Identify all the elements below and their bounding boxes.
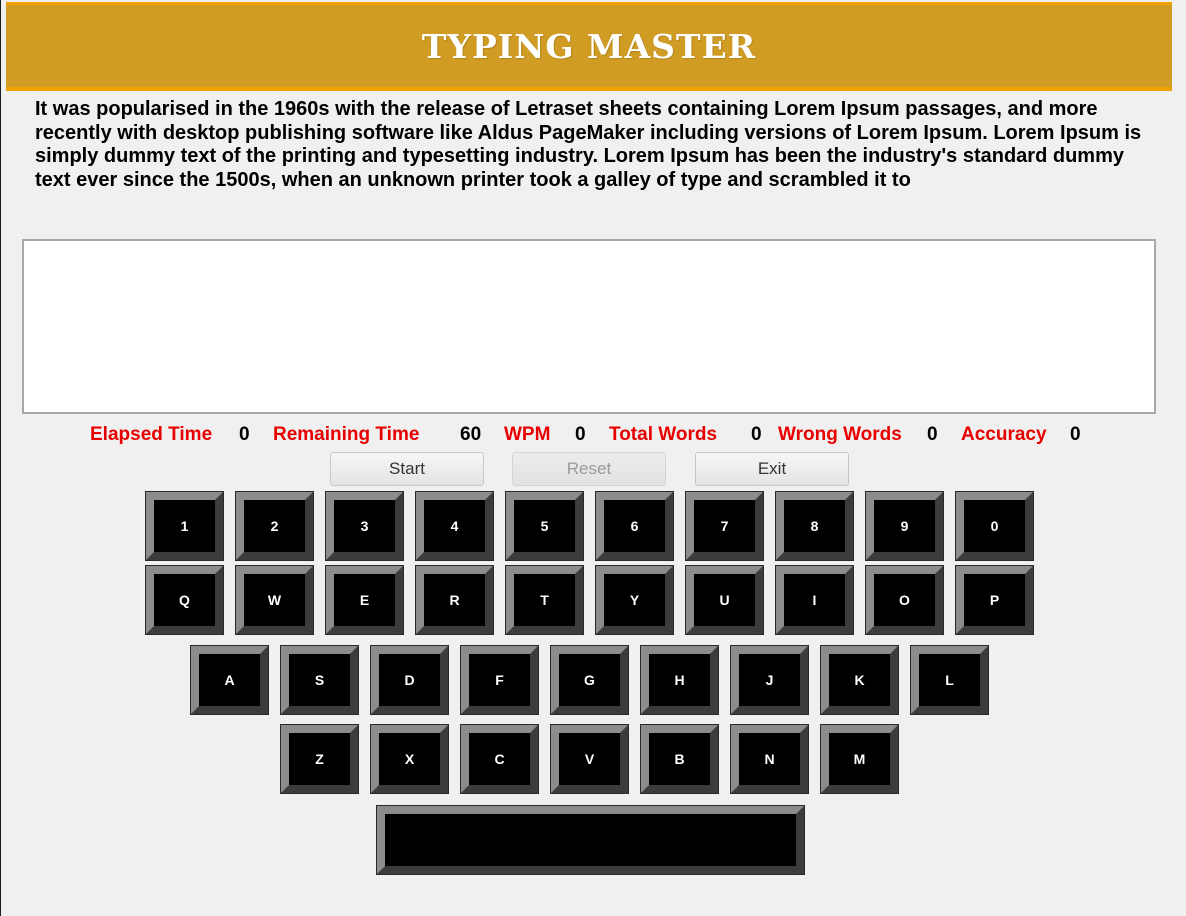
key-4[interactable]: 4	[415, 491, 494, 561]
key-label: C	[494, 751, 505, 767]
key-m[interactable]: M	[820, 724, 899, 794]
key-label: M	[853, 751, 866, 767]
key-6[interactable]: 6	[595, 491, 674, 561]
remaining-time-value: 60	[460, 424, 482, 445]
key-label: Q	[179, 592, 190, 608]
key-label: I	[812, 592, 817, 608]
app-header: TYPING MASTER	[6, 2, 1172, 91]
reset-button[interactable]: Reset	[512, 452, 666, 486]
key-y[interactable]: Y	[595, 565, 674, 635]
total-words-label: Total Words	[609, 424, 718, 445]
total-words-value: 0	[751, 424, 762, 445]
key-g[interactable]: G	[550, 645, 629, 715]
wrong-words-label: Wrong Words	[778, 424, 902, 445]
key-label: 3	[360, 518, 369, 534]
key-l[interactable]: L	[910, 645, 989, 715]
key-7[interactable]: 7	[685, 491, 764, 561]
key-1[interactable]: 1	[145, 491, 224, 561]
elapsed-time-value: 0	[239, 424, 250, 445]
key-label: P	[989, 592, 1000, 608]
key-s[interactable]: S	[280, 645, 359, 715]
key-label: E	[359, 592, 370, 608]
key-label: U	[719, 592, 730, 608]
key-a[interactable]: A	[190, 645, 269, 715]
app-title: TYPING MASTER	[421, 26, 757, 66]
key-label: L	[945, 672, 954, 688]
key-r[interactable]: R	[415, 565, 494, 635]
key-label: O	[899, 592, 910, 608]
key-label: A	[224, 672, 235, 688]
key-e[interactable]: E	[325, 565, 404, 635]
key-label: 5	[540, 518, 549, 534]
key-9[interactable]: 9	[865, 491, 944, 561]
key-q[interactable]: Q	[145, 565, 224, 635]
key-label: W	[267, 592, 282, 608]
key-label: F	[495, 672, 504, 688]
key-label: 9	[900, 518, 909, 534]
key-label: 4	[450, 518, 459, 534]
passage-text: It was popularised in the 1960s with the…	[35, 98, 1142, 191]
key-i[interactable]: I	[775, 565, 854, 635]
accuracy-label: Accuracy	[961, 424, 1047, 445]
key-label: V	[584, 751, 595, 767]
spacebar-key[interactable]	[376, 805, 805, 875]
key-b[interactable]: B	[640, 724, 719, 794]
key-label: T	[540, 592, 549, 608]
key-h[interactable]: H	[640, 645, 719, 715]
remaining-time-label: Remaining Time	[273, 424, 420, 445]
key-5[interactable]: 5	[505, 491, 584, 561]
key-d[interactable]: D	[370, 645, 449, 715]
key-label: 6	[630, 518, 639, 534]
key-v[interactable]: V	[550, 724, 629, 794]
window-edge	[0, 0, 1, 916]
key-k[interactable]: K	[820, 645, 899, 715]
key-label: 1	[180, 518, 189, 534]
key-o[interactable]: O	[865, 565, 944, 635]
key-label: J	[765, 672, 774, 688]
key-3[interactable]: 3	[325, 491, 404, 561]
wrong-words-value: 0	[927, 424, 938, 445]
key-label: X	[404, 751, 415, 767]
key-j[interactable]: J	[730, 645, 809, 715]
start-button[interactable]: Start	[330, 452, 484, 486]
key-label: 8	[810, 518, 819, 534]
key-label: G	[584, 672, 595, 688]
key-z[interactable]: Z	[280, 724, 359, 794]
key-label: 0	[990, 518, 999, 534]
typing-input[interactable]	[22, 239, 1156, 414]
key-label: H	[674, 672, 685, 688]
exit-button[interactable]: Exit	[695, 452, 849, 486]
key-n[interactable]: N	[730, 724, 809, 794]
key-u[interactable]: U	[685, 565, 764, 635]
wpm-value: 0	[575, 424, 586, 445]
key-label: D	[404, 672, 415, 688]
key-t[interactable]: T	[505, 565, 584, 635]
key-x[interactable]: X	[370, 724, 449, 794]
key-label: S	[314, 672, 325, 688]
key-label: B	[674, 751, 685, 767]
elapsed-time-label: Elapsed Time	[90, 424, 213, 445]
key-0[interactable]: 0	[955, 491, 1034, 561]
key-8[interactable]: 8	[775, 491, 854, 561]
key-c[interactable]: C	[460, 724, 539, 794]
key-label: 2	[270, 518, 279, 534]
key-label: Y	[629, 592, 640, 608]
key-p[interactable]: P	[955, 565, 1034, 635]
key-f[interactable]: F	[460, 645, 539, 715]
key-label: N	[764, 751, 775, 767]
key-label: R	[449, 592, 460, 608]
key-label: K	[854, 672, 865, 688]
key-w[interactable]: W	[235, 565, 314, 635]
key-label: Z	[315, 751, 324, 767]
key-label: 7	[720, 518, 729, 534]
stats-bar: Elapsed Time 0 Remaining Time 60 WPM 0 T…	[0, 424, 1186, 448]
accuracy-value: 0	[1070, 424, 1081, 445]
wpm-label: WPM	[504, 424, 551, 445]
key-2[interactable]: 2	[235, 491, 314, 561]
